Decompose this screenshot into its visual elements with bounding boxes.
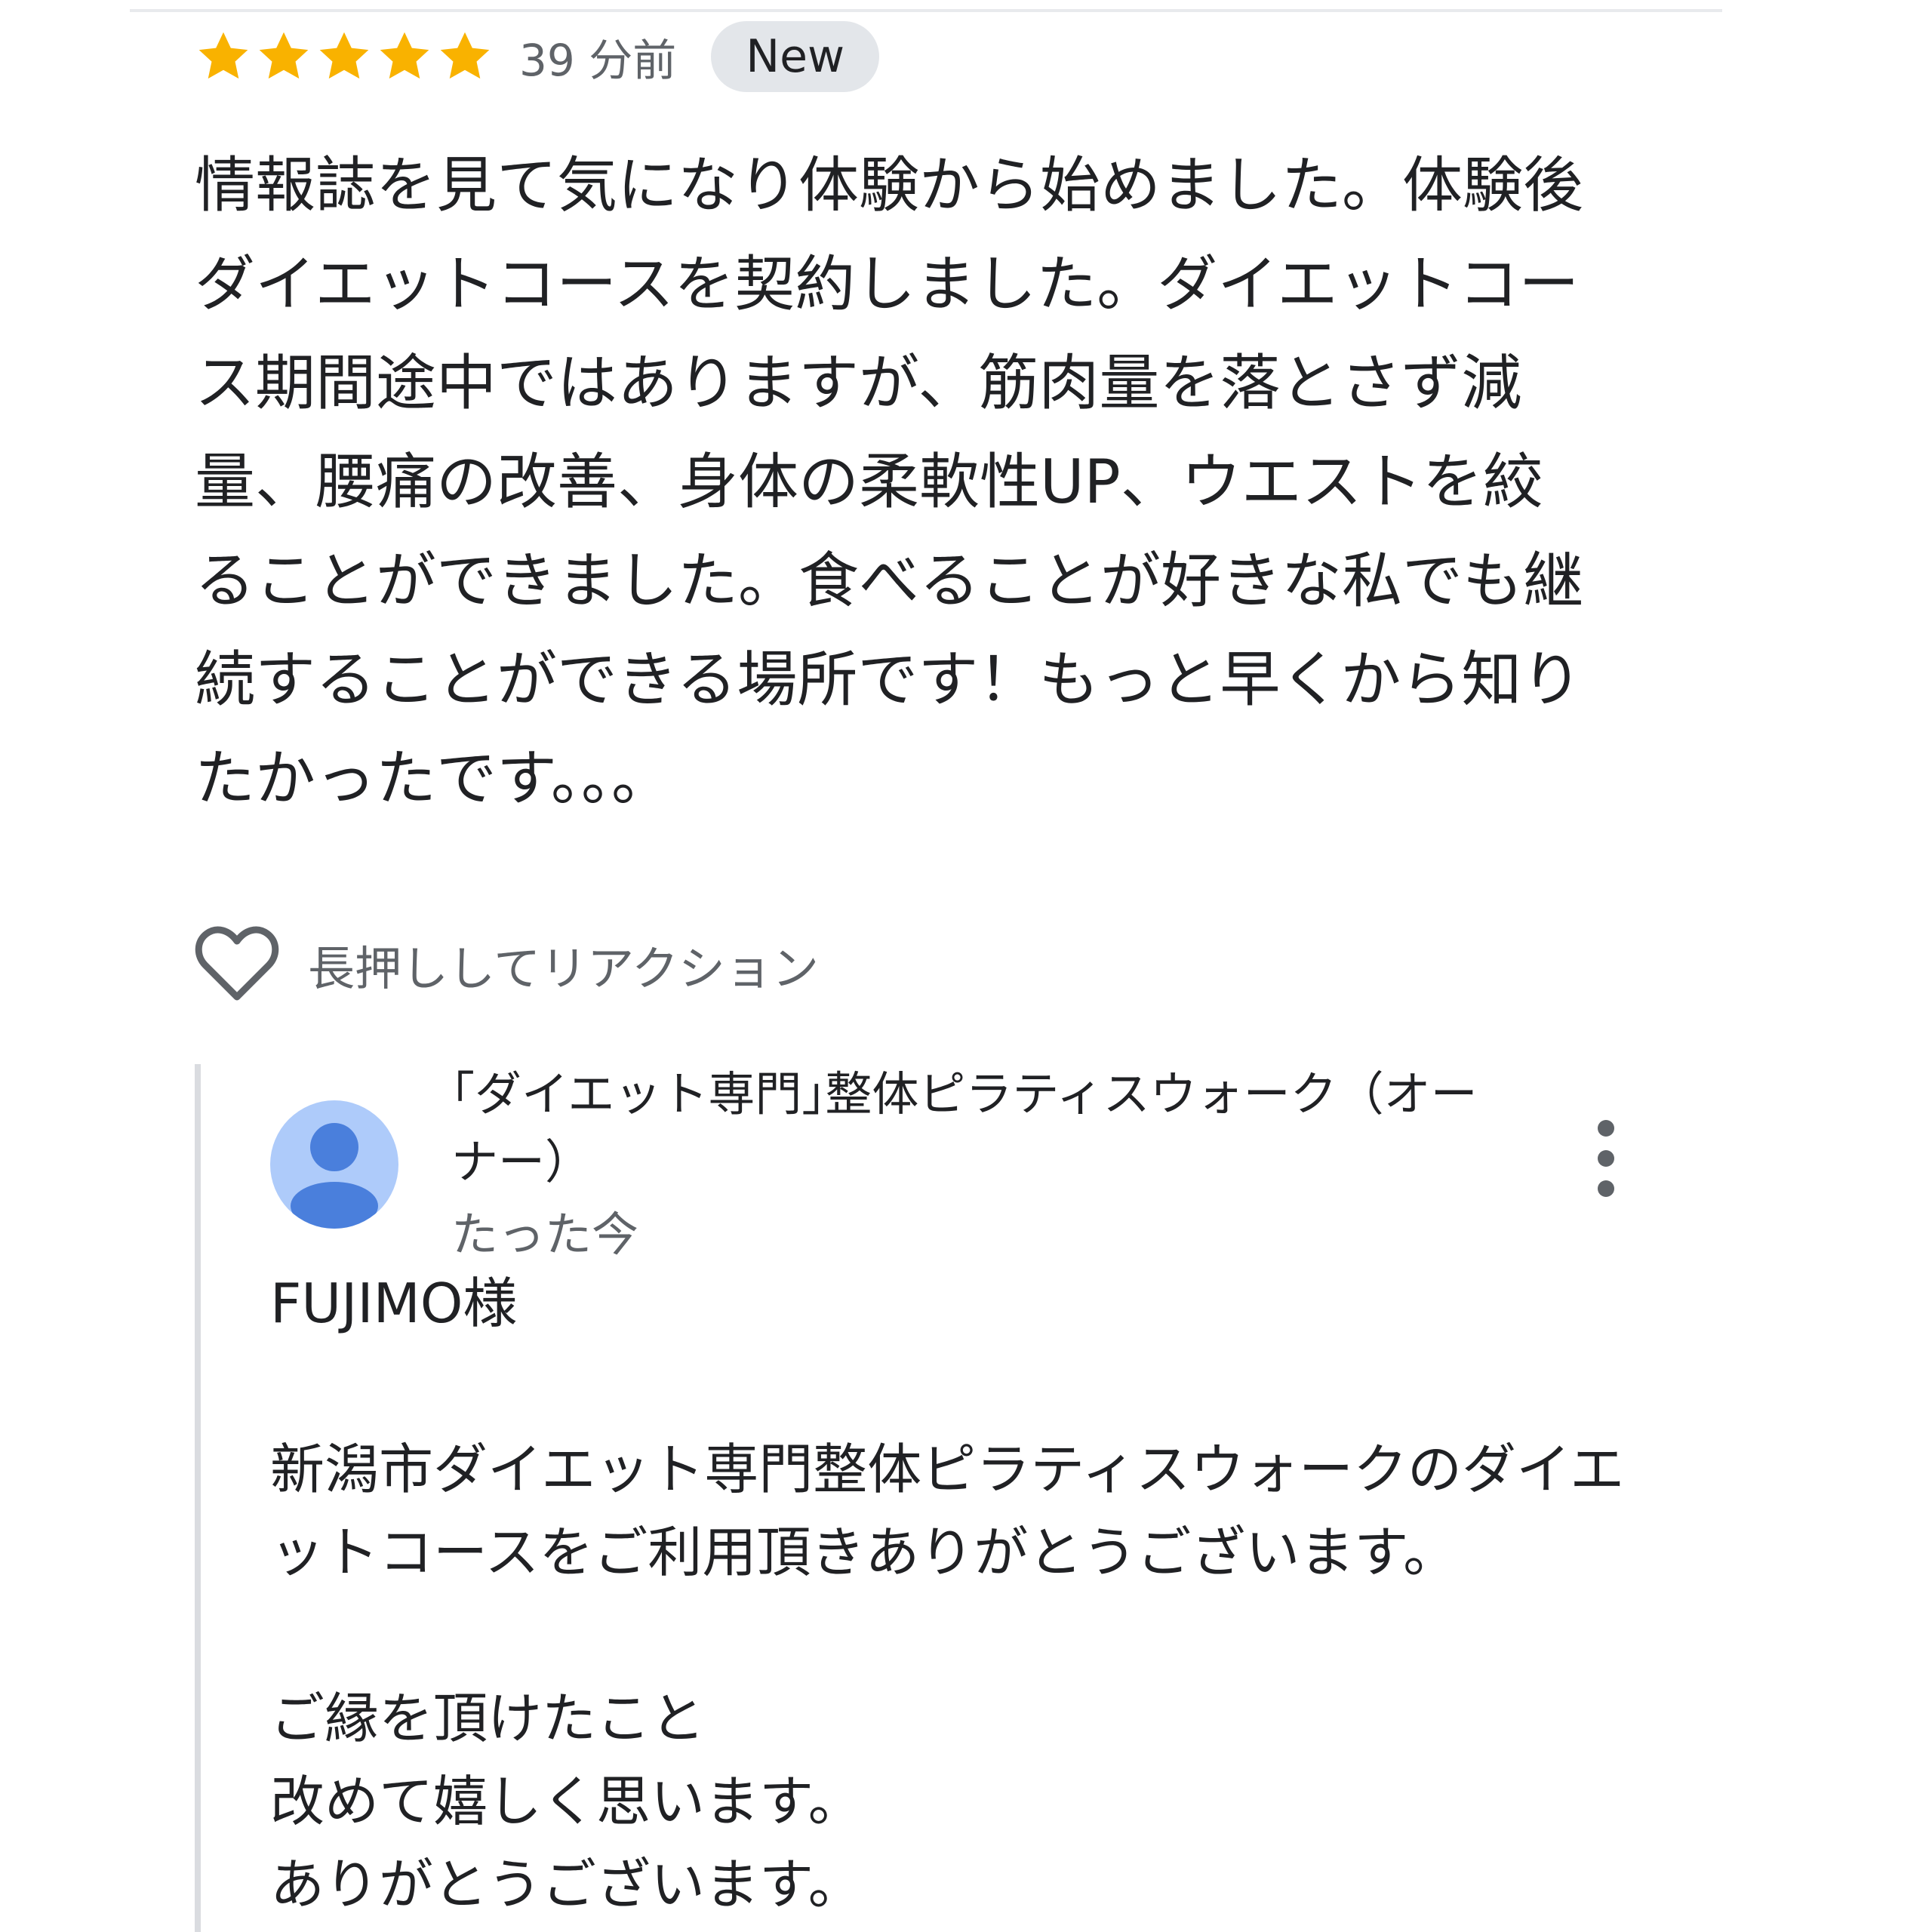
reply-time: たった今 <box>451 1207 639 1262</box>
review-meta: 39 分前 New <box>195 15 880 98</box>
review-text: 情報誌を見て気になり体験から始めました。体験後 ダイエットコースを契約しました。… <box>195 150 1583 814</box>
star-icon <box>315 28 373 85</box>
star-icon <box>255 28 312 85</box>
review-time: 39 分前 <box>519 35 677 86</box>
owner-name: ｢ダイエット専門｣整体ピラティスウォーク（オーナー） <box>451 1066 1478 1189</box>
avatar[interactable] <box>270 1100 398 1229</box>
heart-icon[interactable] <box>195 924 279 1004</box>
new-badge: New <box>711 21 880 92</box>
reaction-label: 長押ししてリアクション <box>308 941 820 996</box>
top-divider <box>130 9 1722 12</box>
reaction-button[interactable]: 長押ししてリアクション <box>195 924 819 1004</box>
star-icon <box>436 28 494 85</box>
reply-indent-bar <box>195 1064 201 1932</box>
reply-text: FUJIMO様 新潟市ダイエット専門整体ピラティスウォークのダイエ ットコースを… <box>270 1272 1625 1916</box>
star-rating <box>195 28 494 85</box>
more-vert-icon[interactable] <box>1576 1117 1636 1200</box>
person-icon <box>291 1123 378 1229</box>
star-icon <box>195 28 252 85</box>
star-icon <box>376 28 433 85</box>
